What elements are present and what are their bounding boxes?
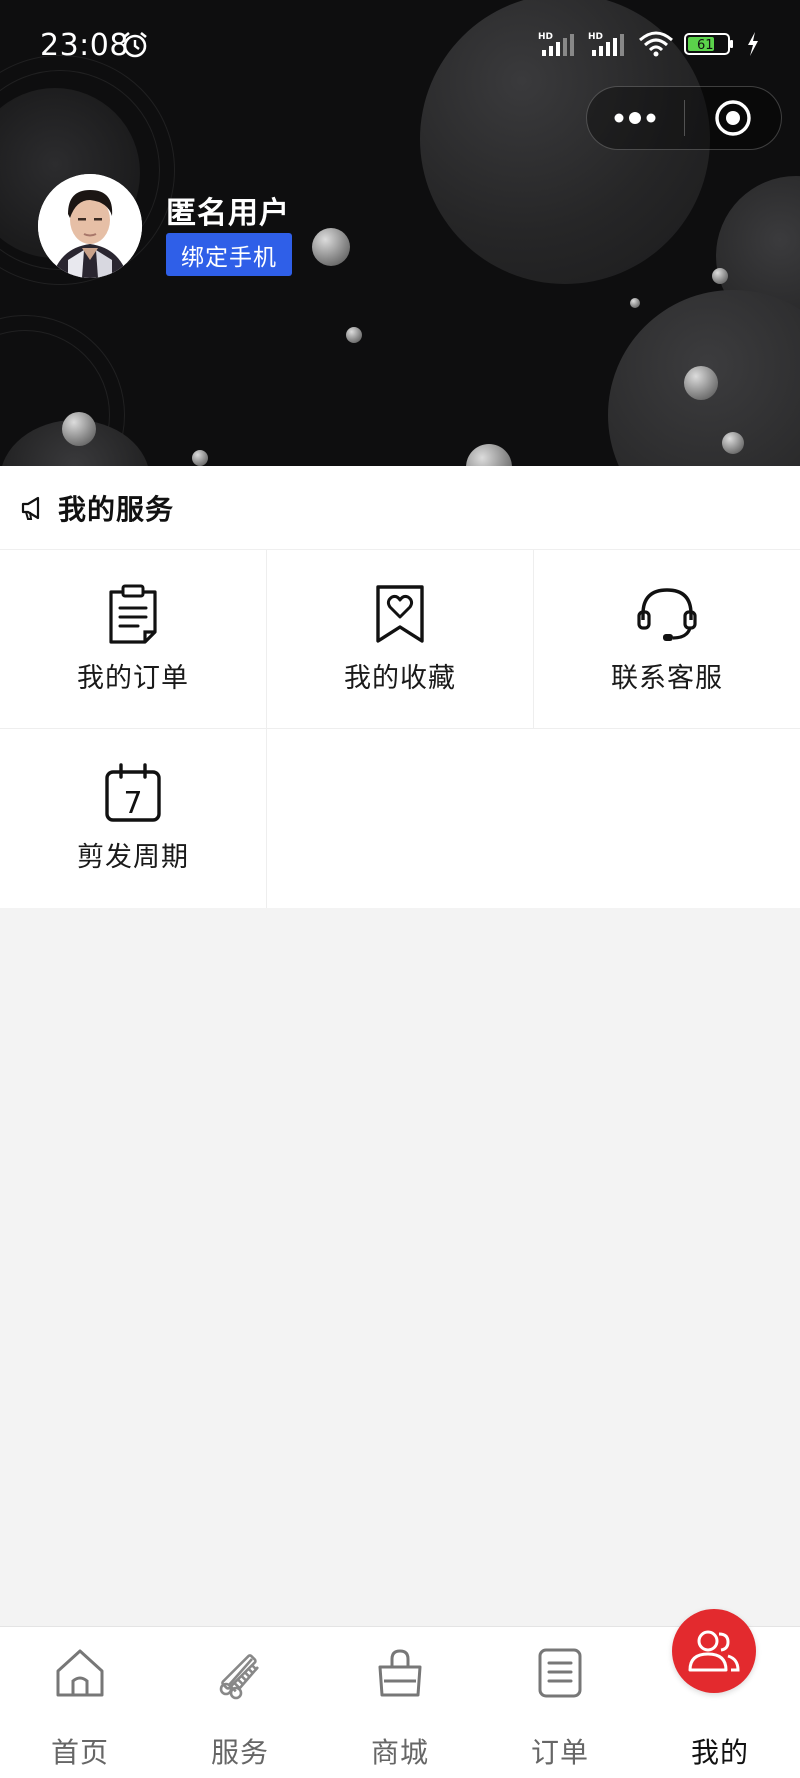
status-icons: HD HD 61 (538, 30, 760, 58)
status-time: 23:08 (40, 28, 129, 63)
charging-icon (748, 32, 758, 56)
decor-dot (192, 450, 208, 466)
service-label: 我的收藏 (344, 663, 456, 694)
bind-phone-button[interactable]: 绑定手机 (166, 233, 292, 276)
grid-divider (266, 550, 267, 908)
tab-orders[interactable]: 订单 (480, 1627, 640, 1778)
username: 匿名用户 (166, 196, 290, 231)
tab-label: 我的 (690, 1736, 749, 1769)
tab-label: 商城 (370, 1736, 429, 1769)
avatar[interactable] (38, 174, 142, 278)
decor-dot (62, 412, 96, 446)
service-my-favorites[interactable]: 我的收藏 (267, 550, 533, 728)
users-icon[interactable] (672, 1609, 756, 1693)
battery-icon: 61 (684, 33, 733, 55)
tab-label: 订单 (530, 1736, 589, 1769)
decor-dot (630, 298, 640, 308)
shopping-bag-icon (368, 1641, 432, 1705)
grid-divider (0, 728, 800, 729)
decor-dot (712, 268, 728, 284)
tab-label: 首页 (50, 1736, 109, 1769)
bookmark-heart-icon (368, 582, 432, 646)
calendar-7-icon: 7 (101, 761, 165, 825)
services-header: 我的服务 (0, 466, 800, 550)
svg-text:HD: HD (538, 32, 553, 42)
decor-dot (722, 432, 744, 454)
service-label: 剪发周期 (77, 842, 189, 873)
svg-text:HD: HD (588, 32, 603, 42)
list-icon (528, 1641, 592, 1705)
grid-divider (533, 550, 534, 728)
scissors-comb-icon (208, 1641, 272, 1705)
megaphone-icon (20, 495, 44, 521)
services-title: 我的服务 (58, 492, 175, 526)
service-label: 我的订单 (77, 663, 189, 694)
svg-text:61: 61 (697, 38, 714, 53)
decor-dot (684, 366, 718, 400)
tab-home[interactable]: 首页 (0, 1627, 160, 1778)
more-dots-icon[interactable] (587, 86, 684, 150)
signal-hd-icon: HD (538, 32, 574, 56)
decor-dot (346, 327, 362, 343)
services-grid: 我的订单 我的收藏 联系客服 7 剪发周期 (0, 550, 800, 908)
tab-label: 服务 (210, 1736, 269, 1769)
service-contact-support[interactable]: 联系客服 (534, 550, 800, 728)
miniapp-capsule (586, 86, 782, 150)
target-circle-icon[interactable] (684, 86, 781, 150)
service-label: 联系客服 (611, 663, 723, 694)
clipboard-icon (101, 582, 165, 646)
home-icon (48, 1641, 112, 1705)
wifi-icon (639, 31, 673, 57)
decor-dot (312, 228, 350, 266)
profile-header: 23:08 HD HD 61 匿名用户 绑定手机 (0, 0, 800, 466)
decor-dot (466, 444, 512, 466)
alarm-icon (120, 30, 150, 64)
headset-icon (635, 582, 699, 646)
service-my-orders[interactable]: 我的订单 (0, 550, 266, 728)
service-haircut-cycle[interactable]: 7 剪发周期 (0, 729, 266, 907)
tab-services[interactable]: 服务 (160, 1627, 320, 1778)
svg-text:7: 7 (123, 786, 142, 821)
tab-mall[interactable]: 商城 (320, 1627, 480, 1778)
signal-hd-icon: HD (588, 32, 624, 56)
